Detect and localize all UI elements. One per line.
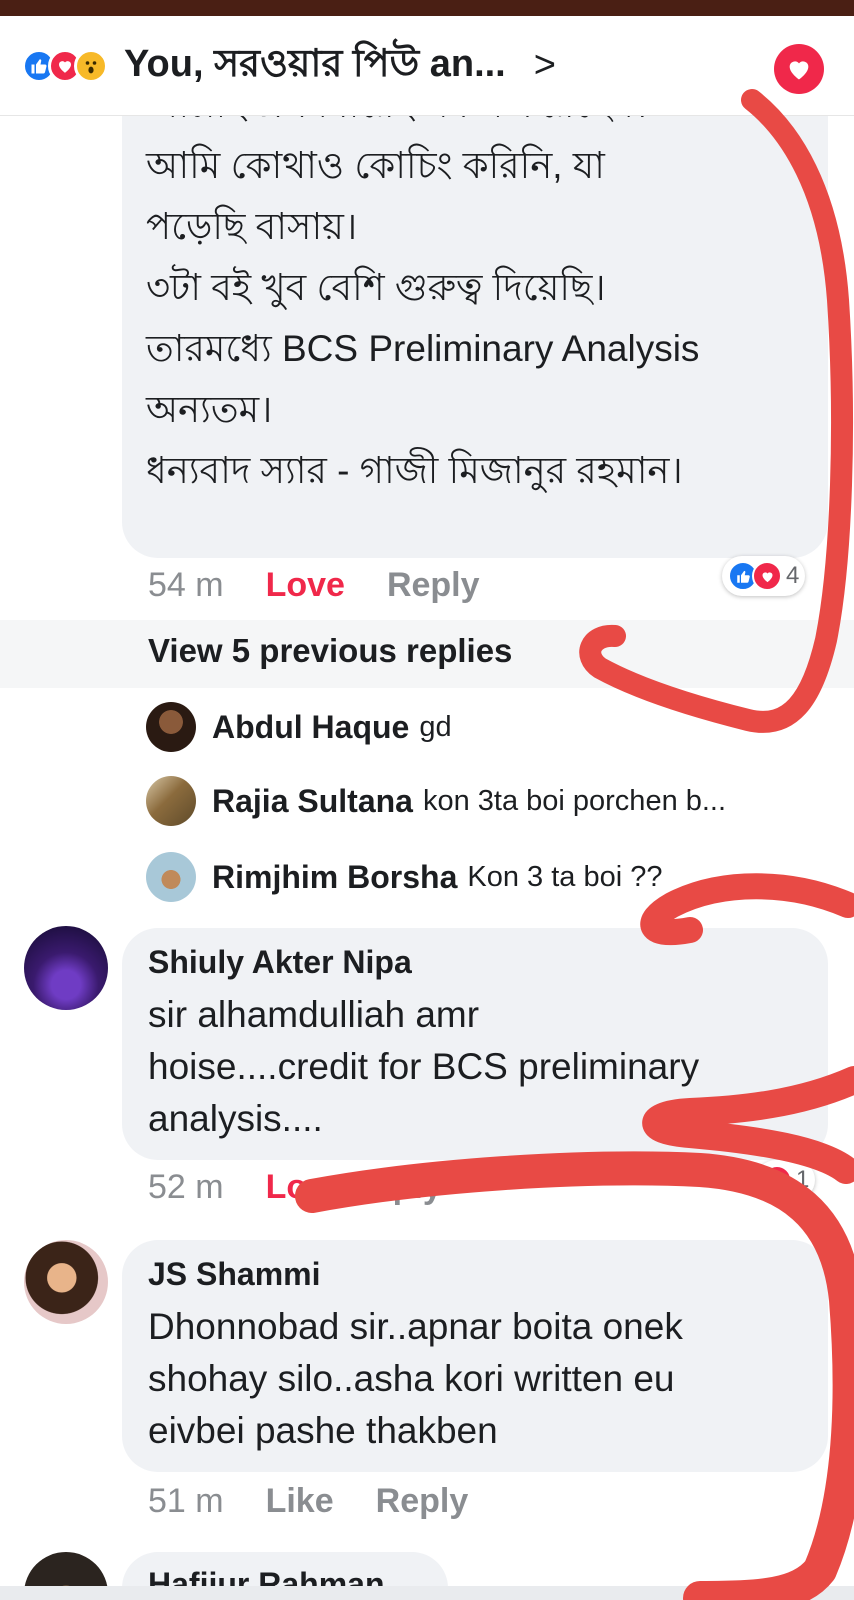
reply-button[interactable]: Reply [376, 1482, 469, 1521]
reply-button[interactable]: Reply [349, 1168, 442, 1207]
reply-text: kon 3ta boi porchen b... [422, 784, 727, 817]
comment-line: ৩টা বই খুব বেশি গুরুত্ব দিয়েছি। [146, 267, 606, 308]
reactions-header[interactable]: You, সরওয়ার পিউ an... > [0, 16, 854, 116]
comment-time: 52 m [148, 1168, 224, 1206]
avatar[interactable] [146, 776, 196, 826]
avatar[interactable] [146, 702, 196, 752]
reply-item[interactable]: Rajia Sultana kon 3ta boi porchen b... [146, 776, 726, 826]
header-reaction-stack [22, 48, 108, 83]
comment-line: অন্যতম। [146, 389, 273, 430]
love-button[interactable]: Lo [266, 1168, 308, 1207]
reply-button[interactable]: Reply [387, 566, 480, 605]
comment-line: hoise....credit for BCS preliminary [148, 1046, 700, 1087]
avatar[interactable] [24, 926, 108, 1010]
avatar[interactable] [146, 852, 196, 902]
comment-line: eivbei pashe thakben [148, 1410, 498, 1451]
comment-line: analysis.... [148, 1098, 323, 1139]
like-button[interactable]: Like [266, 1482, 334, 1521]
reactions-title[interactable]: You, সরওয়ার পিউ an... [124, 34, 506, 98]
view-previous-replies-row[interactable]: View 5 previous replies [0, 620, 854, 688]
comment-line: তারমধ্যে BCS Preliminary Analysis [146, 328, 700, 369]
comment-actions: 51 m Like Reply [148, 1482, 510, 1521]
reply-item[interactable]: Rimjhim Borsha Kon 3 ta boi ?? [146, 852, 662, 902]
reply-text: gd [419, 710, 452, 743]
view-previous-replies-link[interactable]: View 5 previous replies [148, 632, 512, 670]
scribble-stroke [640, 873, 854, 946]
comment-bubble-main: আল্লাহ প্রথমবারেই সফল করেছেন। আমি কোথাও … [122, 80, 828, 558]
reply-item[interactable]: Abdul Haque gd [146, 702, 452, 752]
comment-line: ধন্যবাদ স্যার - গাজী মিজানুর রহমান। [146, 450, 683, 491]
comment-time: 51 m [148, 1482, 224, 1520]
reaction-count: 1 [796, 1166, 810, 1193]
comment-bubble: JS Shammi Dhonnobad sir..apnar boita one… [122, 1240, 828, 1472]
reply-author[interactable]: Rajia Sultana [212, 783, 413, 820]
bottom-bar [0, 1586, 854, 1600]
comment-line: Dhonnobad sir..apnar boita onek [148, 1306, 683, 1347]
avatar[interactable] [24, 1240, 108, 1324]
comment-line: পড়েছি বাসায়। [146, 206, 358, 247]
reply-text: Kon 3 ta boi ?? [467, 860, 663, 893]
status-strip [0, 0, 854, 16]
reaction-count-pill[interactable]: 4 [722, 556, 806, 596]
love-icon [752, 561, 782, 591]
comment-author[interactable]: Shiuly Akter Nipa [148, 944, 802, 981]
love-icon [762, 1165, 792, 1195]
comment-line: আমি কোথাও কোচিং করিনি, যা [146, 145, 605, 186]
comment-actions: 52 m Lo Reply [148, 1168, 484, 1207]
wow-icon [74, 48, 108, 83]
comment-line: shohay silo..asha kori written eu [148, 1358, 675, 1399]
reply-author[interactable]: Rimjhim Borsha [212, 859, 457, 896]
reaction-count-pill[interactable]: 1 [756, 1160, 816, 1200]
comment-line: sir alhamdulliah amr [148, 994, 480, 1035]
reaction-count: 4 [786, 562, 800, 589]
comment-time: 54 m [148, 566, 224, 604]
chevron-right-icon[interactable]: > [534, 44, 556, 87]
heart-icon[interactable] [774, 44, 824, 94]
comment-author[interactable]: JS Shammi [148, 1256, 802, 1293]
love-button[interactable]: Love [266, 566, 345, 605]
comment-bubble: Shiuly Akter Nipa sir alhamdulliah amr h… [122, 928, 828, 1160]
comment-actions: 54 m Love Reply [148, 566, 522, 605]
reply-author[interactable]: Abdul Haque [212, 709, 409, 746]
